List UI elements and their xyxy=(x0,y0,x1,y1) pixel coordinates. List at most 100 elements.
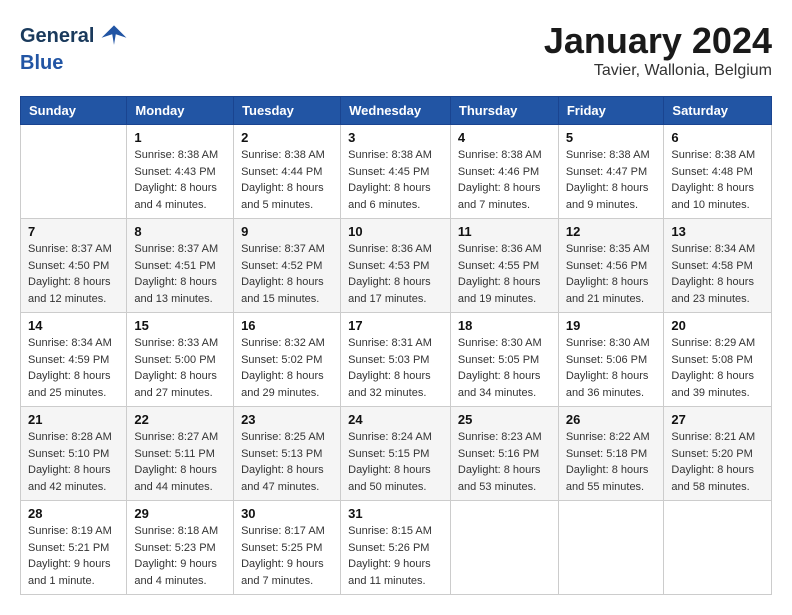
calendar-cell: 1 Sunrise: 8:38 AMSunset: 4:43 PMDaylight… xyxy=(127,125,234,219)
day-number: 27 xyxy=(671,412,764,427)
weekday-header-wednesday: Wednesday xyxy=(341,97,451,125)
cell-info: Sunrise: 8:38 AMSunset: 4:48 PMDaylight:… xyxy=(671,147,764,213)
day-number: 22 xyxy=(134,412,226,427)
day-number: 4 xyxy=(458,130,551,145)
calendar-cell: 4 Sunrise: 8:38 AMSunset: 4:46 PMDaylight… xyxy=(450,125,558,219)
cell-info: Sunrise: 8:37 AMSunset: 4:51 PMDaylight:… xyxy=(134,241,226,307)
weekday-header-saturday: Saturday xyxy=(664,97,772,125)
calendar-cell: 25 Sunrise: 8:23 AMSunset: 5:16 PMDayligh… xyxy=(450,407,558,501)
day-number: 15 xyxy=(134,318,226,333)
day-number: 12 xyxy=(566,224,657,239)
day-number: 25 xyxy=(458,412,551,427)
cell-info: Sunrise: 8:24 AMSunset: 5:15 PMDaylight:… xyxy=(348,429,443,495)
cell-info: Sunrise: 8:38 AMSunset: 4:44 PMDaylight:… xyxy=(241,147,333,213)
calendar-cell: 10Sunrise: 8:36 AMSunset: 4:53 PMDayligh… xyxy=(341,219,451,313)
calendar-cell: 16Sunrise: 8:32 AMSunset: 5:02 PMDayligh… xyxy=(234,313,341,407)
calendar-cell: 11 Sunrise: 8:36 AMSunset: 4:55 PMDayligh… xyxy=(450,219,558,313)
day-number: 31 xyxy=(348,506,443,521)
calendar-cell xyxy=(450,501,558,595)
cell-info: Sunrise: 8:38 AMSunset: 4:47 PMDaylight:… xyxy=(566,147,657,213)
day-number: 10 xyxy=(348,224,443,239)
day-number: 5 xyxy=(566,130,657,145)
day-number: 21 xyxy=(28,412,119,427)
calendar-cell: 3 Sunrise: 8:38 AMSunset: 4:45 PMDaylight… xyxy=(341,125,451,219)
cell-info: Sunrise: 8:25 AMSunset: 5:13 PMDaylight:… xyxy=(241,429,333,495)
calendar-cell: 18 Sunrise: 8:30 AMSunset: 5:05 PMDayligh… xyxy=(450,313,558,407)
logo-general: General xyxy=(20,25,94,48)
cell-info: Sunrise: 8:38 AMSunset: 4:43 PMDaylight:… xyxy=(134,147,226,213)
day-number: 30 xyxy=(241,506,333,521)
cell-info: Sunrise: 8:29 AMSunset: 5:08 PMDaylight:… xyxy=(671,335,764,401)
weekday-header-tuesday: Tuesday xyxy=(234,97,341,125)
cell-info: Sunrise: 8:36 AMSunset: 4:55 PMDaylight:… xyxy=(458,241,551,307)
calendar-table: SundayMondayTuesdayWednesdayThursdayFrid… xyxy=(20,96,772,595)
week-row-3: 14 Sunrise: 8:34 AMSunset: 4:59 PMDayligh… xyxy=(21,313,772,407)
calendar-cell: 15 Sunrise: 8:33 AMSunset: 5:00 PMDayligh… xyxy=(127,313,234,407)
logo-blue: Blue xyxy=(20,52,63,75)
day-number: 23 xyxy=(241,412,333,427)
day-number: 14 xyxy=(28,318,119,333)
calendar-cell xyxy=(21,125,127,219)
cell-info: Sunrise: 8:33 AMSunset: 5:00 PMDaylight:… xyxy=(134,335,226,401)
calendar-cell: 9 Sunrise: 8:37 AMSunset: 4:52 PMDaylight… xyxy=(234,219,341,313)
weekday-header-row: SundayMondayTuesdayWednesdayThursdayFrid… xyxy=(21,97,772,125)
calendar-cell: 13 Sunrise: 8:34 AMSunset: 4:58 PMDayligh… xyxy=(664,219,772,313)
weekday-header-thursday: Thursday xyxy=(450,97,558,125)
day-number: 18 xyxy=(458,318,551,333)
day-number: 7 xyxy=(28,224,119,239)
cell-info: Sunrise: 8:32 AMSunset: 5:02 PMDaylight:… xyxy=(241,335,333,401)
day-number: 19 xyxy=(566,318,657,333)
logo-bird-icon xyxy=(98,20,130,52)
cell-info: Sunrise: 8:21 AMSunset: 5:20 PMDaylight:… xyxy=(671,429,764,495)
cell-info: Sunrise: 8:37 AMSunset: 4:50 PMDaylight:… xyxy=(28,241,119,307)
calendar-cell: 23 Sunrise: 8:25 AMSunset: 5:13 PMDayligh… xyxy=(234,407,341,501)
cell-info: Sunrise: 8:15 AMSunset: 5:26 PMDaylight:… xyxy=(348,523,443,589)
cell-info: Sunrise: 8:27 AMSunset: 5:11 PMDaylight:… xyxy=(134,429,226,495)
cell-info: Sunrise: 8:35 AMSunset: 4:56 PMDaylight:… xyxy=(566,241,657,307)
cell-info: Sunrise: 8:34 AMSunset: 4:58 PMDaylight:… xyxy=(671,241,764,307)
calendar-cell: 8Sunrise: 8:37 AMSunset: 4:51 PMDaylight… xyxy=(127,219,234,313)
day-number: 24 xyxy=(348,412,443,427)
calendar-cell: 17 Sunrise: 8:31 AMSunset: 5:03 PMDayligh… xyxy=(341,313,451,407)
cell-info: Sunrise: 8:17 AMSunset: 5:25 PMDaylight:… xyxy=(241,523,333,589)
cell-info: Sunrise: 8:34 AMSunset: 4:59 PMDaylight:… xyxy=(28,335,119,401)
calendar-cell: 5 Sunrise: 8:38 AMSunset: 4:47 PMDaylight… xyxy=(558,125,664,219)
week-row-1: 1 Sunrise: 8:38 AMSunset: 4:43 PMDaylight… xyxy=(21,125,772,219)
day-number: 6 xyxy=(671,130,764,145)
calendar-cell: 12 Sunrise: 8:35 AMSunset: 4:56 PMDayligh… xyxy=(558,219,664,313)
calendar-cell: 29Sunrise: 8:18 AMSunset: 5:23 PMDayligh… xyxy=(127,501,234,595)
day-number: 3 xyxy=(348,130,443,145)
title-block: January 2024 Tavier, Wallonia, Belgium xyxy=(544,20,772,80)
cell-info: Sunrise: 8:30 AMSunset: 5:05 PMDaylight:… xyxy=(458,335,551,401)
cell-info: Sunrise: 8:38 AMSunset: 4:45 PMDaylight:… xyxy=(348,147,443,213)
day-number: 28 xyxy=(28,506,119,521)
logo: General Blue xyxy=(20,20,130,75)
calendar-cell: 30 Sunrise: 8:17 AMSunset: 5:25 PMDayligh… xyxy=(234,501,341,595)
day-number: 11 xyxy=(458,224,551,239)
calendar-cell: 28 Sunrise: 8:19 AMSunset: 5:21 PMDayligh… xyxy=(21,501,127,595)
week-row-5: 28 Sunrise: 8:19 AMSunset: 5:21 PMDayligh… xyxy=(21,501,772,595)
cell-info: Sunrise: 8:19 AMSunset: 5:21 PMDaylight:… xyxy=(28,523,119,589)
day-number: 1 xyxy=(134,130,226,145)
cell-info: Sunrise: 8:37 AMSunset: 4:52 PMDaylight:… xyxy=(241,241,333,307)
page-header: General Blue January 2024 Tavier, Wallon… xyxy=(20,20,772,80)
calendar-cell: 26Sunrise: 8:22 AMSunset: 5:18 PMDayligh… xyxy=(558,407,664,501)
calendar-cell: 21Sunrise: 8:28 AMSunset: 5:10 PMDayligh… xyxy=(21,407,127,501)
weekday-header-sunday: Sunday xyxy=(21,97,127,125)
day-number: 13 xyxy=(671,224,764,239)
cell-info: Sunrise: 8:30 AMSunset: 5:06 PMDaylight:… xyxy=(566,335,657,401)
calendar-cell: 24 Sunrise: 8:24 AMSunset: 5:15 PMDayligh… xyxy=(341,407,451,501)
day-number: 20 xyxy=(671,318,764,333)
week-row-2: 7 Sunrise: 8:37 AMSunset: 4:50 PMDaylight… xyxy=(21,219,772,313)
calendar-cell: 19 Sunrise: 8:30 AMSunset: 5:06 PMDayligh… xyxy=(558,313,664,407)
day-number: 17 xyxy=(348,318,443,333)
calendar-cell: 14 Sunrise: 8:34 AMSunset: 4:59 PMDayligh… xyxy=(21,313,127,407)
cell-info: Sunrise: 8:38 AMSunset: 4:46 PMDaylight:… xyxy=(458,147,551,213)
cell-info: Sunrise: 8:23 AMSunset: 5:16 PMDaylight:… xyxy=(458,429,551,495)
calendar-cell xyxy=(664,501,772,595)
location: Tavier, Wallonia, Belgium xyxy=(544,62,772,80)
calendar-cell: 22 Sunrise: 8:27 AMSunset: 5:11 PMDayligh… xyxy=(127,407,234,501)
day-number: 9 xyxy=(241,224,333,239)
cell-info: Sunrise: 8:31 AMSunset: 5:03 PMDaylight:… xyxy=(348,335,443,401)
calendar-cell: 7 Sunrise: 8:37 AMSunset: 4:50 PMDaylight… xyxy=(21,219,127,313)
